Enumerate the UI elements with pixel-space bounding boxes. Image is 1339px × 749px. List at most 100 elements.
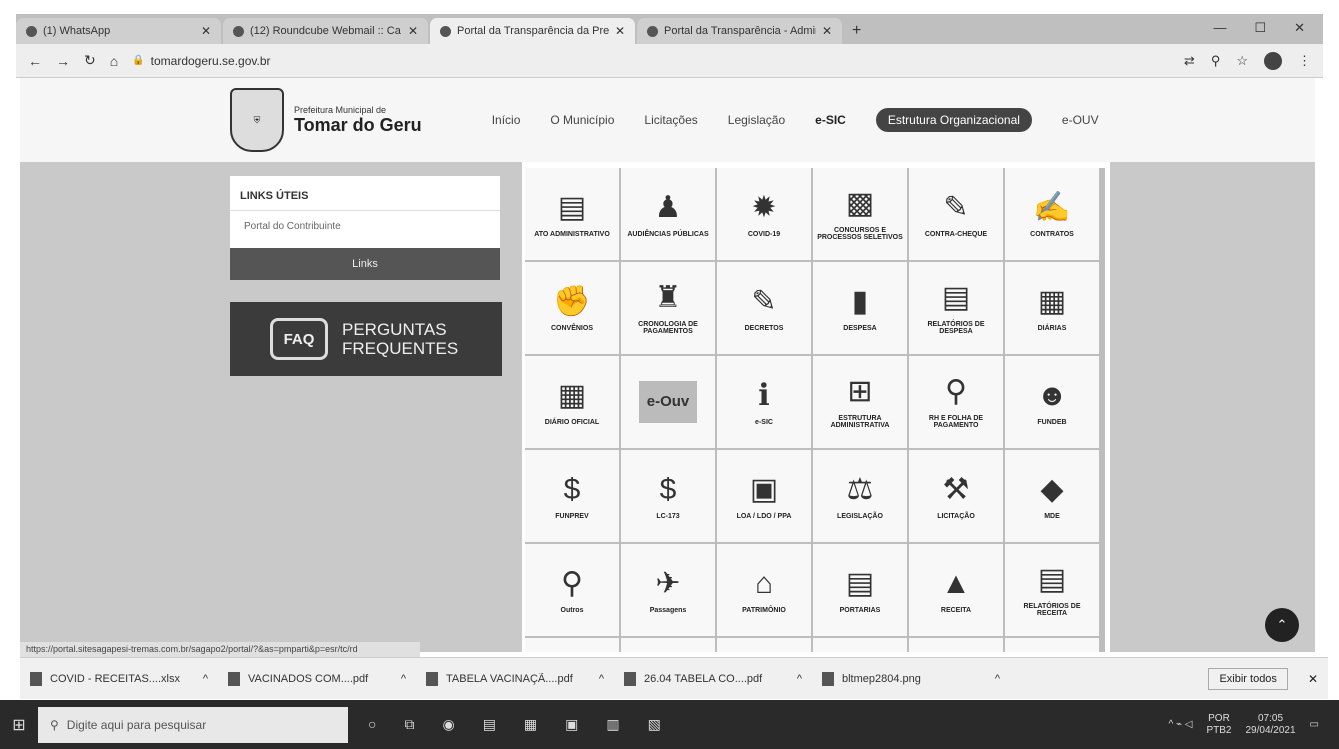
grid-item[interactable]: ▤ RELATÓRIOS DE RECEITA bbox=[1005, 544, 1099, 636]
grid-item[interactable]: ✎ CONTRA-CHEQUE bbox=[909, 168, 1003, 260]
url-field[interactable]: 🔒 tomardogeru.se.gov.br bbox=[132, 54, 1170, 68]
tray-icons[interactable]: ^ ⌁ ◁ bbox=[1169, 719, 1193, 730]
close-icon[interactable]: ✕ bbox=[822, 24, 832, 38]
grid-item[interactable]: ▥ bbox=[909, 638, 1003, 652]
grid-item[interactable]: ▣ LOA / LDO / PPA bbox=[717, 450, 811, 542]
back-icon[interactable]: ← bbox=[28, 53, 42, 69]
grid-item[interactable]: ▤ RELATÓRIOS DE DESPESA bbox=[909, 262, 1003, 354]
chevron-up-icon[interactable]: ^ bbox=[995, 673, 1000, 685]
notification-icon[interactable]: ▭ bbox=[1310, 719, 1319, 730]
close-icon[interactable]: ✕ bbox=[408, 24, 418, 38]
download-item[interactable]: COVID - RECEITAS....xlsx ^ bbox=[20, 671, 218, 686]
grid-item[interactable]: ▦ DIÁRIO OFICIAL bbox=[525, 356, 619, 448]
app-icon[interactable]: ▥ bbox=[606, 716, 619, 733]
faq-banner[interactable]: FAQ PERGUNTAS FREQUENTES bbox=[230, 302, 502, 376]
forward-icon[interactable]: → bbox=[56, 53, 70, 69]
taskbar-search[interactable]: ⚲ Digite aqui para pesquisar bbox=[38, 706, 348, 743]
grid-item[interactable]: ▤ bbox=[621, 638, 715, 652]
grid-item[interactable]: ☻ FUNDEB bbox=[1005, 356, 1099, 448]
nav-legislacao[interactable]: Legislação bbox=[728, 113, 785, 127]
nav-municipio[interactable]: O Município bbox=[550, 113, 614, 127]
link-portal-contribuinte[interactable]: Portal do Contribuinte bbox=[230, 211, 500, 242]
new-tab-button[interactable]: + bbox=[852, 22, 861, 40]
nav-inicio[interactable]: Início bbox=[492, 113, 521, 127]
download-item[interactable]: VACINADOS COM....pdf ^ bbox=[218, 671, 416, 686]
profile-avatar[interactable] bbox=[1264, 51, 1282, 70]
grid-item[interactable]: ◭ bbox=[525, 638, 619, 652]
tab-portal-transparencia[interactable]: Portal da Transparência da Prefei ✕ bbox=[430, 18, 635, 44]
grid-item[interactable]: ✈ Passagens bbox=[621, 544, 715, 636]
grid-item[interactable]: ⚲ Outros bbox=[525, 544, 619, 636]
chevron-up-icon[interactable]: ^ bbox=[401, 673, 406, 685]
calendar-app-icon[interactable]: ▣ bbox=[565, 716, 578, 733]
download-item[interactable]: bltmep2804.png ^ bbox=[812, 671, 1010, 686]
close-icon[interactable]: ✕ bbox=[1308, 672, 1318, 686]
windows-start-icon[interactable]: ⊞ bbox=[0, 715, 38, 735]
grid-item[interactable]: ✹ COVID-19 bbox=[717, 168, 811, 260]
show-all-downloads-button[interactable]: Exibir todos bbox=[1208, 667, 1288, 690]
tab-whatsapp[interactable]: (1) WhatsApp ✕ bbox=[16, 18, 221, 44]
grid-item[interactable]: ▲ RECEITA bbox=[909, 544, 1003, 636]
grid-item[interactable]: ▩ CONCURSOS E PROCESSOS SELETIVOS bbox=[813, 168, 907, 260]
chevron-up-icon[interactable]: ^ bbox=[599, 673, 604, 685]
site-logo[interactable]: ⛨ Prefeitura Municipal de Tomar do Geru bbox=[230, 88, 422, 152]
grid-item[interactable]: ♟ AUDIÊNCIAS PÚBLICAS bbox=[621, 168, 715, 260]
menu-icon[interactable]: ⋮ bbox=[1298, 53, 1311, 69]
grid-item[interactable]: ✍ CONTRATOS bbox=[1005, 168, 1099, 260]
nav-esic[interactable]: e-SIC bbox=[815, 113, 846, 127]
nav-eouv[interactable]: e-OUV bbox=[1062, 113, 1099, 127]
grid-item[interactable]: ⊞ ESTRUTURA ADMINISTRATIVA bbox=[813, 356, 907, 448]
close-icon[interactable]: ✕ bbox=[615, 24, 625, 38]
grid-item[interactable]: ⌂ PATRIMÔNIO bbox=[717, 544, 811, 636]
grid-item[interactable]: e-Ouv bbox=[621, 356, 715, 448]
grid-item[interactable]: ℹ e-SIC bbox=[717, 356, 811, 448]
clock[interactable]: 07:05 29/04/2021 bbox=[1245, 713, 1295, 737]
faq-text: PERGUNTAS FREQUENTES bbox=[342, 320, 458, 358]
nav-estrutura[interactable]: Estrutura Organizacional bbox=[875, 108, 1032, 132]
home-icon[interactable]: ⌂ bbox=[110, 53, 118, 69]
grid-item[interactable]: ✎ DECRETOS bbox=[717, 262, 811, 354]
chevron-up-icon[interactable]: ^ bbox=[203, 673, 208, 685]
nav-licitacoes[interactable]: Licitações bbox=[644, 113, 697, 127]
grid-item[interactable]: $ FUNPREV bbox=[525, 450, 619, 542]
grid-item[interactable]: ⚲ RH E FOLHA DE PAGAMENTO bbox=[909, 356, 1003, 448]
grid-item[interactable]: ▤ PORTARIAS bbox=[813, 544, 907, 636]
grid-item[interactable]: ▮ DESPESA bbox=[813, 262, 907, 354]
grid-item[interactable]: ▭ bbox=[813, 638, 907, 652]
word-icon[interactable]: ▧ bbox=[648, 716, 661, 733]
chrome-icon[interactable]: ◉ bbox=[442, 716, 454, 733]
reload-icon[interactable]: ↻ bbox=[84, 52, 96, 69]
grid-item[interactable]: ◆ MDE bbox=[1005, 450, 1099, 542]
grid-item[interactable]: ♜ CRONOLOGIA DE PAGAMENTOS bbox=[621, 262, 715, 354]
grid-item-label: FUNDEB bbox=[1037, 418, 1067, 426]
minimize-icon[interactable]: — bbox=[1213, 20, 1226, 36]
tab-portal-admin[interactable]: Portal da Transparência - Admin ✕ bbox=[637, 18, 842, 44]
grid-item[interactable]: ✊ CONVÊNIOS bbox=[525, 262, 619, 354]
grid-item[interactable]: ▦ DIÁRIAS bbox=[1005, 262, 1099, 354]
grid-item[interactable]: ▤ ATO ADMINISTRATIVO bbox=[525, 168, 619, 260]
chevron-up-icon[interactable]: ^ bbox=[797, 673, 802, 685]
app-icon[interactable]: ▦ bbox=[524, 716, 537, 733]
close-icon[interactable]: ✕ bbox=[201, 24, 211, 38]
download-item[interactable]: 26.04 TABELA CO....pdf ^ bbox=[614, 671, 812, 686]
tab-roundcube[interactable]: (12) Roundcube Webmail :: Ca ✕ bbox=[223, 18, 428, 44]
scroll-top-button[interactable]: ⌃ bbox=[1265, 608, 1299, 642]
links-button[interactable]: Links bbox=[230, 248, 500, 280]
language-indicator[interactable]: POR PTB2 bbox=[1206, 713, 1231, 737]
cortana-icon[interactable]: ○ bbox=[368, 716, 376, 733]
maximize-icon[interactable]: ☐ bbox=[1254, 20, 1266, 36]
grid-item[interactable]: ♙ bbox=[1005, 638, 1099, 652]
grid-item[interactable]: ⚖ LEGISLAÇÃO bbox=[813, 450, 907, 542]
presentation-icon: ▣ bbox=[749, 472, 779, 506]
translate-icon[interactable]: ⇄ bbox=[1184, 53, 1195, 69]
grid-item[interactable]: ◎ bbox=[717, 638, 811, 652]
star-icon[interactable]: ☆ bbox=[1236, 53, 1248, 69]
explorer-icon[interactable]: ▤ bbox=[483, 716, 496, 733]
clock-date: 29/04/2021 bbox=[1245, 724, 1296, 736]
download-item[interactable]: TABELA VACINAÇÃ....pdf ^ bbox=[416, 671, 614, 686]
grid-item[interactable]: $ LC-173 bbox=[621, 450, 715, 542]
close-window-icon[interactable]: ✕ bbox=[1294, 20, 1305, 36]
task-view-icon[interactable]: ⧉ bbox=[404, 716, 414, 733]
grid-item[interactable]: ⚒ LICITAÇÃO bbox=[909, 450, 1003, 542]
zoom-icon[interactable]: ⚲ bbox=[1211, 53, 1221, 69]
